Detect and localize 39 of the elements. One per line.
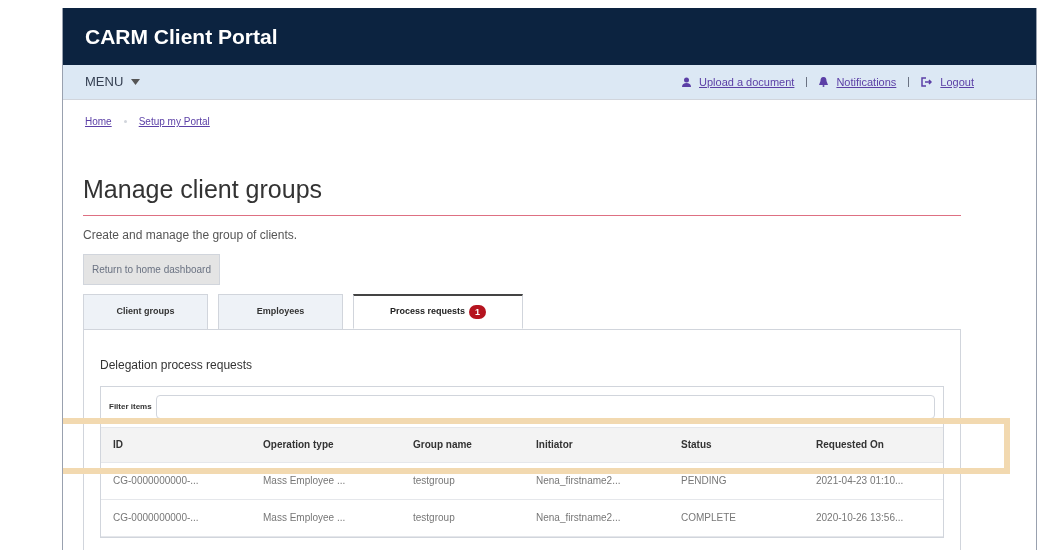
column-header: Operation type bbox=[263, 438, 335, 452]
column-header: Initiator bbox=[536, 438, 574, 452]
person-icon bbox=[682, 77, 691, 87]
tab[interactable]: Process requests 1 bbox=[353, 293, 523, 329]
table-cell-text: PENDING bbox=[681, 474, 728, 488]
caret-icon bbox=[131, 79, 141, 85]
table-cell-text: Mass Employee ... bbox=[263, 511, 347, 525]
tab[interactable]: Employees bbox=[218, 293, 343, 329]
nav-link[interactable]: Notifications bbox=[836, 73, 897, 91]
column-header: Status bbox=[681, 438, 713, 452]
table-cell-text: COMPLETE bbox=[681, 511, 737, 525]
table-cell-text: 2020-10-26 13:56... bbox=[816, 511, 905, 525]
filter-field[interactable] bbox=[155, 394, 935, 419]
portal-title: CARM Client Portal bbox=[85, 23, 278, 50]
column-header: Group name bbox=[413, 438, 473, 452]
table-cell-text: testgroup bbox=[413, 474, 456, 488]
table-cell-text: Mass Employee ... bbox=[263, 474, 347, 488]
menu-button[interactable]: MENU bbox=[85, 72, 141, 92]
column-header: ID bbox=[113, 438, 124, 452]
table-cell-text: Nena_firstname2... bbox=[536, 511, 622, 525]
nav-link[interactable]: Upload a document bbox=[699, 73, 795, 91]
page-subtitle: Create and manage the group of clients. bbox=[83, 226, 299, 244]
table-cell-text: Nena_firstname2... bbox=[536, 474, 622, 488]
panel-title: Delegation process requests bbox=[100, 356, 254, 374]
tab[interactable]: Client groups bbox=[83, 293, 208, 329]
table-cell-text: CG-0000000000-... bbox=[113, 474, 200, 488]
bell-icon bbox=[819, 77, 829, 87]
table-cell-text: CG-0000000000-... bbox=[113, 511, 200, 525]
column-header: Requested On bbox=[816, 438, 885, 452]
table-cell-text: testgroup bbox=[413, 511, 456, 525]
table-cell-text: 2021-04-23 01:10... bbox=[816, 474, 905, 488]
nav-link[interactable]: Logout bbox=[940, 73, 974, 91]
count-badge: 1 bbox=[469, 304, 487, 319]
breadcrumb-link[interactable]: Home bbox=[85, 114, 112, 129]
breadcrumb-link[interactable]: Setup my Portal bbox=[138, 114, 210, 129]
filter-label: Filter items bbox=[109, 400, 152, 413]
page-title: Manage client groups bbox=[83, 171, 961, 216]
logout-icon bbox=[921, 77, 933, 87]
return-button[interactable]: Return to home dashboard bbox=[83, 253, 220, 285]
